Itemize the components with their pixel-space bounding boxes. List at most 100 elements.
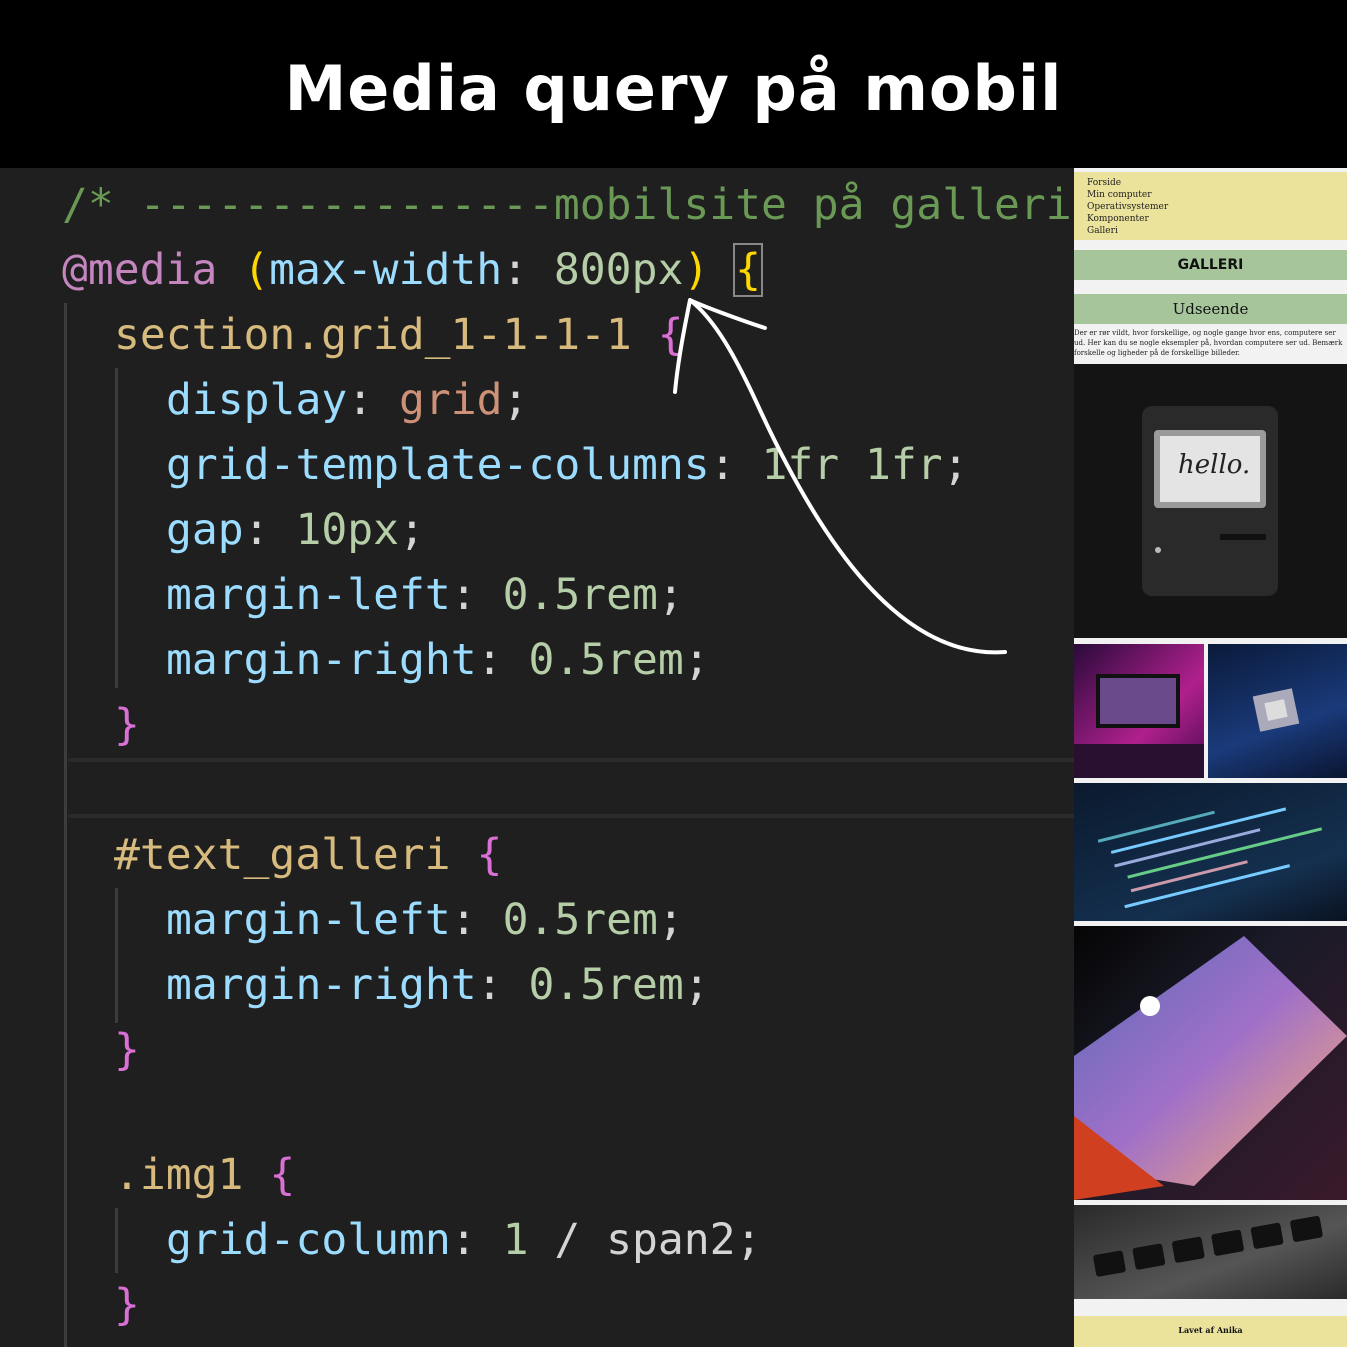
- code-line-selector: .img1 {: [114, 1143, 295, 1208]
- property-value: 0.5rem: [528, 960, 684, 1010]
- colon: :: [243, 505, 296, 555]
- colon: :: [476, 960, 529, 1010]
- code-line-declaration: grid-template-columns: 1fr 1fr;: [166, 433, 969, 498]
- nav-menu: Forside Min computer Operativsystemer Ko…: [1074, 172, 1347, 240]
- code-line-declaration: margin-right: 0.5rem;: [166, 628, 710, 693]
- close-brace: }: [114, 700, 140, 750]
- media-feature: max-width: [269, 245, 503, 295]
- indent-guide: [115, 1208, 118, 1273]
- gallery-image-code: [1074, 783, 1347, 921]
- paren-close: ): [683, 245, 710, 295]
- open-brace: {: [476, 830, 503, 880]
- open-brace: {: [269, 1150, 296, 1200]
- gallery-image-desk-setup: [1074, 644, 1204, 778]
- media-open-brace: {: [733, 243, 764, 297]
- open-brace: {: [657, 310, 684, 360]
- code-line-media: @media (max-width: 800px) {: [62, 238, 764, 303]
- page-title: Media query på mobil: [284, 52, 1063, 125]
- code-line-declaration: gap: 10px;: [166, 498, 425, 563]
- desk-monitor-illustration: [1074, 674, 1204, 778]
- property-name: margin-right: [166, 635, 477, 685]
- close-brace: }: [114, 1025, 140, 1075]
- colon: :: [450, 570, 503, 620]
- header-bar: Media query på mobil: [0, 0, 1347, 168]
- property-value: 1fr 1fr: [761, 440, 943, 490]
- galleri-heading: GALLERI: [1074, 250, 1347, 280]
- selector-text: .img1: [114, 1150, 244, 1200]
- slash: /: [528, 1215, 607, 1265]
- code-line-close: }: [114, 1273, 140, 1338]
- code-line-selector: #text_galleri {: [114, 823, 502, 888]
- colon: :: [476, 635, 529, 685]
- semicolon: ;: [683, 960, 710, 1010]
- code-line-declaration: margin-left: 0.5rem;: [166, 563, 684, 628]
- colon: :: [502, 245, 554, 295]
- code-line-comment: /* ----------------mobilsite på galleri: [62, 173, 1072, 238]
- hello-text: hello.: [1178, 450, 1251, 480]
- property-name: margin-right: [166, 960, 477, 1010]
- semicolon: ;: [683, 635, 710, 685]
- gallery-image-keyboard: [1074, 1205, 1347, 1299]
- retro-computer-illustration: [1142, 406, 1278, 596]
- nav-item-min-computer[interactable]: Min computer: [1087, 190, 1152, 200]
- footer: Lavet af Anika: [1074, 1316, 1347, 1347]
- indent-guide: [64, 303, 67, 1347]
- property-value: 0.5rem: [528, 635, 684, 685]
- gallery-image-laptop: [1074, 926, 1347, 1200]
- code-screen-illustration: [1097, 807, 1323, 909]
- semicolon: ;: [399, 505, 425, 555]
- code-line-close: }: [114, 693, 140, 758]
- colon: :: [709, 440, 762, 490]
- paren-open: (: [243, 245, 270, 295]
- comment-text: /* ----------------mobilsite på galleri: [62, 180, 1072, 230]
- semicolon: ;: [502, 375, 529, 425]
- property-name: margin-left: [166, 570, 451, 620]
- nav-item-operativsystemer[interactable]: Operativsystemer: [1087, 202, 1168, 212]
- colon: :: [450, 895, 503, 945]
- selector-text: #text_galleri: [114, 830, 451, 880]
- code-line-declaration: grid-column: 1 / span2;: [166, 1208, 761, 1273]
- indent-guide: [115, 368, 118, 688]
- laptop-illustration: [1074, 936, 1347, 1200]
- code-line-declaration: display: grid;: [166, 368, 528, 433]
- line-highlight: [68, 814, 1074, 818]
- udseende-heading: Udseende: [1074, 294, 1347, 324]
- property-value: span2: [606, 1215, 736, 1265]
- code-line-declaration: margin-left: 0.5rem;: [166, 888, 684, 953]
- property-value: 0.5rem: [502, 570, 658, 620]
- gallery-image-retro-computer: hello.: [1074, 364, 1347, 638]
- colon: :: [450, 1215, 503, 1265]
- property-name: display: [166, 375, 348, 425]
- selector-text: section.grid_1-1-1-1: [114, 310, 632, 360]
- property-name: grid-template-columns: [166, 440, 710, 490]
- mobile-preview: Forside Min computer Operativsystemer Ko…: [1074, 168, 1347, 1347]
- line-highlight: [68, 758, 1074, 762]
- media-keyword: @media: [62, 245, 218, 295]
- code-line-declaration: margin-right: 0.5rem;: [166, 953, 710, 1018]
- gallery-image-chip: [1208, 644, 1347, 778]
- nav-item-komponenter[interactable]: Komponenter: [1087, 214, 1149, 224]
- code-editor[interactable]: /* ----------------mobilsite på galleri …: [0, 168, 1074, 1347]
- property-value: 10px: [295, 505, 400, 555]
- code-line-close: }: [114, 1018, 140, 1083]
- colon: :: [347, 375, 399, 425]
- property-name: margin-left: [166, 895, 451, 945]
- nav-item-galleri[interactable]: Galleri: [1087, 226, 1118, 236]
- semicolon: ;: [942, 440, 969, 490]
- media-value: 800px: [553, 245, 684, 295]
- property-name: grid-column: [166, 1215, 451, 1265]
- keyboard-illustration: [1093, 1215, 1323, 1277]
- nav-item-forside[interactable]: Forside: [1087, 178, 1121, 188]
- chip-illustration: [1252, 688, 1300, 732]
- intro-text: Der er rør vildt, hvor forskellige, og n…: [1074, 329, 1343, 357]
- code-line-selector: section.grid_1-1-1-1 {: [114, 303, 684, 368]
- property-value: 0.5rem: [502, 895, 658, 945]
- indent-guide: [115, 888, 118, 1023]
- close-brace: }: [114, 1280, 140, 1330]
- semicolon: ;: [735, 1215, 762, 1265]
- property-name: gap: [166, 505, 244, 555]
- property-value: grid: [399, 375, 503, 425]
- semicolon: ;: [657, 570, 684, 620]
- property-value: 1: [502, 1215, 529, 1265]
- semicolon: ;: [657, 895, 684, 945]
